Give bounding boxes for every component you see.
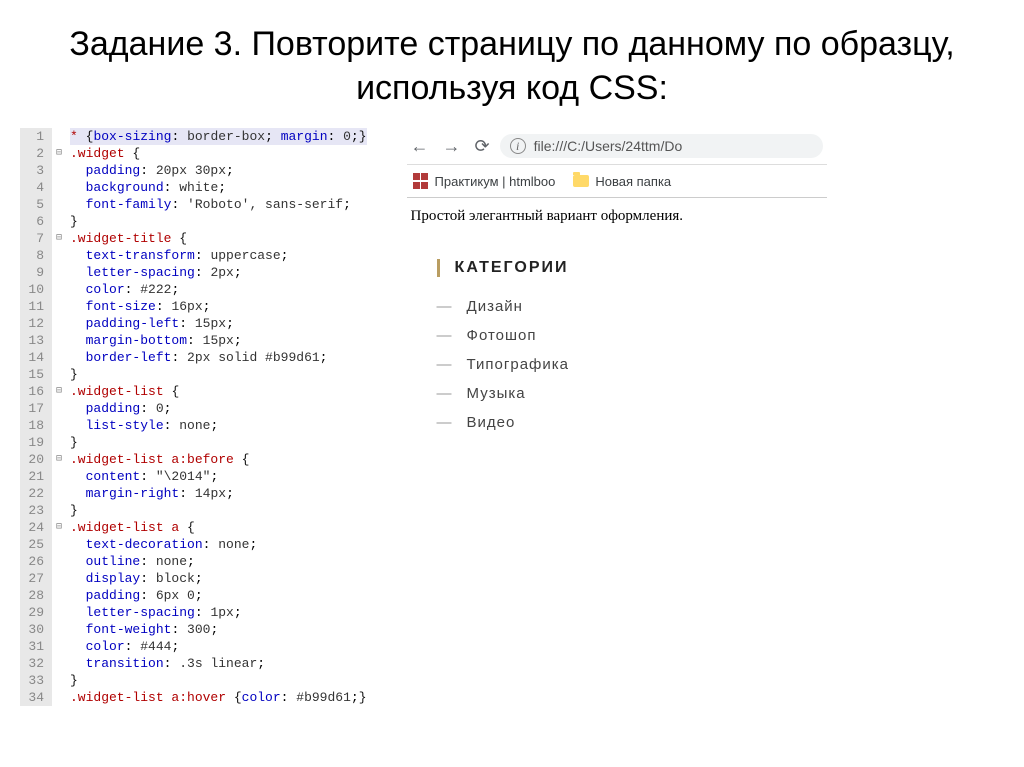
back-icon[interactable]: ← [411, 136, 429, 157]
widget-list-link[interactable]: Дизайн [437, 292, 797, 321]
code-fold-column: ⊟⊟⊟⊟⊟ [52, 128, 66, 706]
reload-icon[interactable]: ⟳ [475, 136, 490, 157]
widget-list-link[interactable]: Фотошоп [437, 321, 797, 350]
widget-list-link[interactable]: Типографика [437, 350, 797, 379]
widget-list-link[interactable]: Музыка [437, 379, 797, 408]
slide-content: 1234567891011121314151617181920212223242… [0, 128, 1024, 706]
widget-list-link[interactable]: Видео [437, 408, 797, 437]
widget-title: КАТЕГОРИИ [437, 259, 797, 277]
code-editor: 1234567891011121314151617181920212223242… [20, 128, 367, 706]
forward-icon[interactable]: → [443, 136, 461, 157]
slide-title: Задание 3. Повторите страницу по данному… [0, 0, 1024, 128]
widget-list: ДизайнФотошопТипографикаМузыкаВидео [437, 292, 797, 437]
bookmark-label: Практикум | htmlboo [435, 174, 556, 189]
info-icon[interactable]: i [510, 138, 526, 154]
browser-toolbar: ← → ⟳ i file:///C:/Users/24ttm/Do [407, 128, 827, 165]
bookmark-item[interactable]: Практикум | htmlboo [413, 173, 556, 189]
bookmarks-bar: Практикум | htmlboo Новая папка [407, 165, 827, 198]
code-gutter: 1234567891011121314151617181920212223242… [20, 128, 52, 706]
widget: КАТЕГОРИИ ДизайнФотошопТипографикаМузыка… [407, 239, 827, 457]
url-text: file:///C:/Users/24ttm/Do [534, 138, 683, 154]
address-bar[interactable]: i file:///C:/Users/24ttm/Do [500, 134, 823, 158]
bookmark-label: Новая папка [595, 174, 671, 189]
bookmark-item[interactable]: Новая папка [573, 174, 671, 189]
folder-icon [573, 175, 589, 187]
browser-preview: ← → ⟳ i file:///C:/Users/24ttm/Do Практи… [407, 128, 827, 706]
page-caption: Простой элегантный вариант оформления. [407, 198, 827, 239]
bookmark-icon [413, 173, 429, 189]
code-body: * {box-sizing: border-box; margin: 0;}.w… [66, 128, 367, 706]
